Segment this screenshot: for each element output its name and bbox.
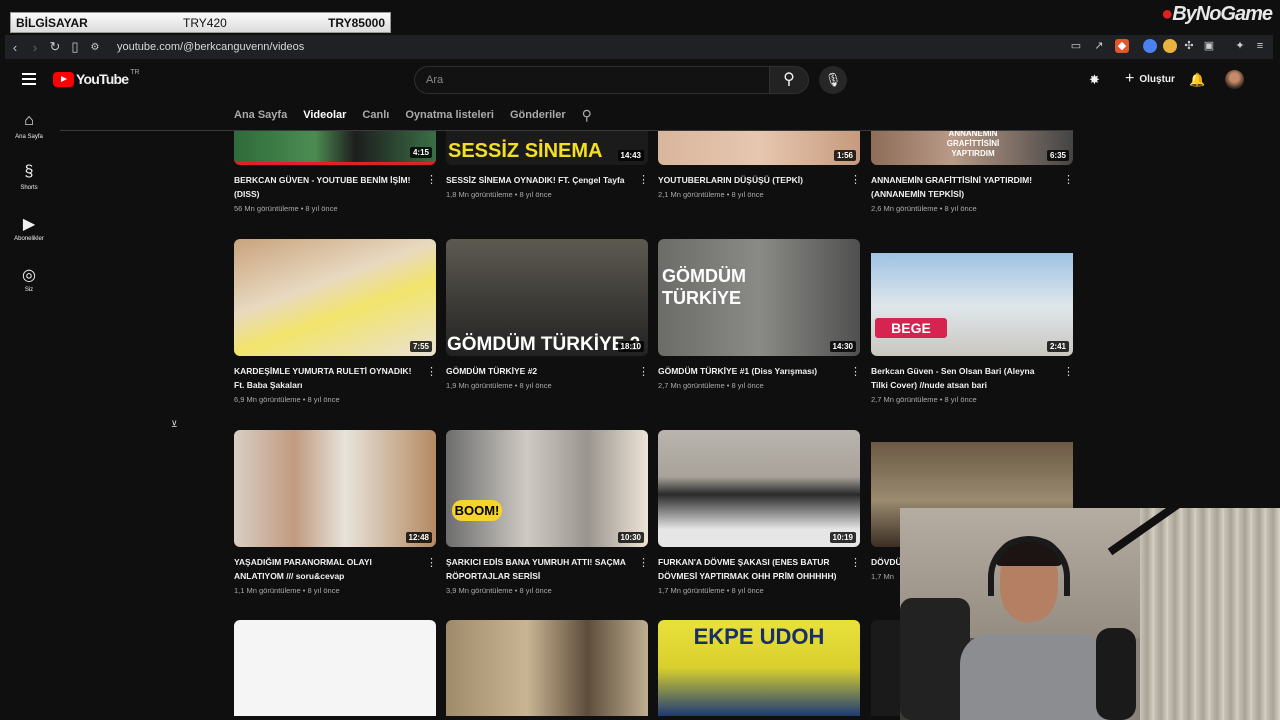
video-title[interactable]: KARDEŞİMLE YUMURTA RULETİ OYNADIK! Ft. B… (234, 364, 414, 392)
thumbnail-text: EKPE UDOH (693, 624, 825, 649)
more-options-icon[interactable]: ⋮ (1063, 365, 1074, 378)
video-card[interactable]: 7:55 KARDEŞİMLE YUMURTA RULETİ OYNADIK! … (234, 239, 437, 404)
video-thumbnail[interactable]: 4:15 (234, 131, 436, 165)
video-thumbnail[interactable]: GÖMDÜM TÜRKİYE 14:30 (658, 239, 860, 356)
video-card[interactable]: SESSİZ SİNEMA 14:43 SESSİZ SİNEMA OYNADI… (446, 131, 649, 199)
video-thumbnail[interactable]: 12:48 (234, 430, 436, 547)
video-title[interactable]: BERKCAN GÜVEN - YOUTUBE BENİM İŞİM! (DIS… (234, 173, 414, 201)
duration-badge: 6:35 (1046, 150, 1069, 161)
thumbnail-text: GÖMDÜM TÜRKİYE (662, 266, 746, 308)
video-title[interactable]: ANNANEMİN GRAFİTTİSİNİ YAPTIRDIM! (ANNAN… (871, 173, 1051, 201)
video-title[interactable]: SESSİZ SİNEMA OYNADIK! FT. Çengel Tayfa (446, 173, 626, 187)
more-options-icon[interactable]: ⋮ (1063, 173, 1074, 186)
microphone (1096, 628, 1136, 720)
video-title[interactable]: Berkcan Güven - Sen Olsan Bari (Aleyna T… (871, 364, 1051, 392)
video-meta: 2,7 Mn görüntüleme • 8 yıl önce (871, 395, 977, 404)
video-title[interactable]: GÖMDÜM TÜRKİYE #1 (Diss Yarışması) (658, 364, 838, 378)
more-options-icon[interactable]: ⋮ (426, 173, 437, 186)
duration-badge: 12:48 (405, 532, 432, 543)
video-thumbnail[interactable]: 10:19 (658, 430, 860, 547)
video-card[interactable]: 12:48 YAŞADIĞIM PARANORMAL OLAYI ANLATIY… (234, 430, 437, 595)
video-thumbnail[interactable] (234, 620, 436, 716)
video-title[interactable]: GÖMDÜM TÜRKİYE #2 (446, 364, 626, 378)
video-meta: 56 Mn görüntüleme • 8 yıl önce (234, 204, 338, 213)
video-title[interactable]: YAŞADIĞIM PARANORMAL OLAYI ANLATIYOM ///… (234, 555, 414, 583)
thumbnail-text: BOOM! (452, 500, 502, 521)
video-meta: 6,9 Mn görüntüleme • 8 yıl önce (234, 395, 340, 404)
video-meta: 3,9 Mn görüntüleme • 8 yıl önce (446, 586, 552, 595)
more-options-icon[interactable]: ⋮ (850, 556, 861, 569)
duration-badge: 14:43 (617, 150, 644, 161)
duration-badge: 2:41 (1046, 341, 1069, 352)
video-card[interactable]: 4:15 BERKCAN GÜVEN - YOUTUBE BENİM İŞİM!… (234, 131, 437, 213)
duration-badge: 7:55 (409, 341, 432, 352)
video-thumbnail[interactable] (446, 620, 648, 716)
webcam-overlay (900, 508, 1280, 720)
video-meta: 1,8 Mn görüntüleme • 8 yıl önce (446, 190, 552, 199)
video-card[interactable]: 1:56 YOUTUBERLARIN DÜŞÜŞÜ (TEPKİ) 2,1 Mn… (658, 131, 861, 199)
video-thumbnail[interactable]: BOOM! 10:30 (446, 430, 648, 547)
video-thumbnail[interactable]: 1:56 (658, 131, 860, 165)
more-options-icon[interactable]: ⋮ (638, 365, 649, 378)
video-meta: 2,7 Mn görüntüleme • 8 yıl önce (658, 381, 764, 390)
duration-badge: 14:30 (829, 341, 856, 352)
video-meta: 1,9 Mn görüntüleme • 8 yıl önce (446, 381, 552, 390)
video-title[interactable]: YOUTUBERLARIN DÜŞÜŞÜ (TEPKİ) (658, 173, 838, 187)
video-card[interactable]: BOOM! 10:30 ŞARKICI EDİS BANA YUMRUH ATT… (446, 430, 649, 595)
video-meta: 1,1 Mn görüntüleme • 8 yıl önce (234, 586, 340, 595)
more-options-icon[interactable]: ⋮ (850, 365, 861, 378)
video-thumbnail[interactable]: 7:55 (234, 239, 436, 356)
duration-badge: 18:10 (617, 341, 644, 352)
more-options-icon[interactable]: ⋮ (426, 365, 437, 378)
video-card[interactable]: ANNANEMİN GRAFİTTİSİNİ YAPTIRDIM 6:35 AN… (871, 131, 1074, 213)
more-options-icon[interactable]: ⋮ (850, 173, 861, 186)
more-options-icon[interactable]: ⋮ (638, 556, 649, 569)
thumbnail-text: ANNANEMİN GRAFİTTİSİNİ YAPTIRDIM (946, 131, 1000, 158)
more-options-icon[interactable]: ⋮ (638, 173, 649, 186)
video-thumbnail[interactable]: SESSİZ SİNEMA 14:43 (446, 131, 648, 165)
video-meta: 2,6 Mn görüntüleme • 8 yıl önce (871, 204, 977, 213)
video-title[interactable]: FURKAN'A DÖVME ŞAKASI (ENES BATUR DÖVMES… (658, 555, 838, 583)
video-card[interactable]: BEGE 2:41 Berkcan Güven - Sen Olsan Bari… (871, 239, 1074, 404)
webcam-curtain (1140, 508, 1280, 720)
video-meta: 1,7 Mn görüntüleme • 8 yıl önce (658, 586, 764, 595)
video-meta: 2,1 Mn görüntüleme • 8 yıl önce (658, 190, 764, 199)
video-thumbnail[interactable]: BEGE 2:41 (871, 246, 1073, 356)
video-card[interactable] (446, 620, 648, 716)
video-thumbnail[interactable]: ANNANEMİN GRAFİTTİSİNİ YAPTIRDIM 6:35 (871, 131, 1073, 165)
video-thumbnail[interactable]: EKPE UDOH (658, 620, 860, 716)
duration-badge: 1:56 (833, 150, 856, 161)
video-thumbnail[interactable]: GÖMDÜM TÜRKİYE 2 18:10 (446, 239, 648, 356)
duration-badge: 10:30 (617, 532, 644, 543)
video-card[interactable]: EKPE UDOH (658, 620, 860, 716)
video-card[interactable] (234, 620, 436, 716)
streamer (960, 526, 1110, 720)
video-title[interactable]: ŞARKICI EDİS BANA YUMRUH ATTI! SAÇMA RÖP… (446, 555, 626, 583)
video-card[interactable]: 10:19 FURKAN'A DÖVME ŞAKASI (ENES BATUR … (658, 430, 861, 595)
duration-badge: 4:15 (409, 147, 432, 158)
more-options-icon[interactable]: ⋮ (426, 556, 437, 569)
video-card[interactable]: GÖMDÜM TÜRKİYE 2 18:10 GÖMDÜM TÜRKİYE #2… (446, 239, 649, 390)
duration-badge: 10:19 (829, 532, 856, 543)
video-card[interactable]: GÖMDÜM TÜRKİYE 14:30 GÖMDÜM TÜRKİYE #1 (… (658, 239, 861, 390)
mouse-cursor-icon: ⊻ (171, 419, 178, 429)
thumbnail-text: BEGE (875, 318, 947, 338)
